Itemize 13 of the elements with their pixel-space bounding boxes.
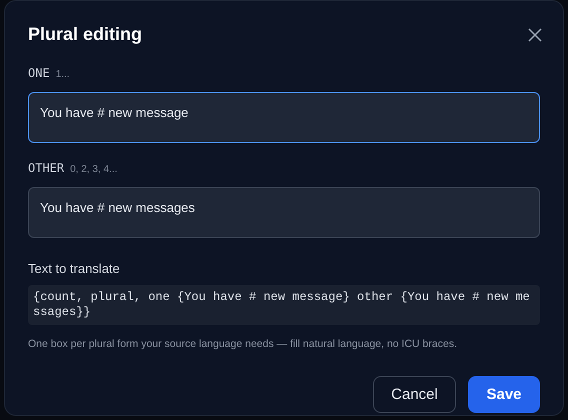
plural-examples-label: 1... (56, 68, 70, 82)
cancel-button[interactable]: Cancel (373, 376, 456, 414)
code-block: {count, plural, one {You have # new message} other {You have # new messages}} (28, 284, 540, 324)
plural-examples-label: 0, 2, 3, 4... (70, 163, 118, 177)
close-icon[interactable] (528, 28, 542, 42)
dialog-title: Plural editing (28, 23, 142, 46)
plural-text-field[interactable]: You have # new messages (28, 187, 540, 238)
hint-text: One box per plural form your source language needs — fill natural language, no ICU braces. (28, 336, 458, 352)
section-label: Text to translate (28, 260, 121, 278)
plural-category-label: ONE (28, 65, 50, 82)
save-button[interactable]: Save (468, 376, 540, 414)
plural-category-label: OTHER (28, 160, 64, 177)
plural-text-field[interactable]: You have # new message (28, 92, 540, 143)
